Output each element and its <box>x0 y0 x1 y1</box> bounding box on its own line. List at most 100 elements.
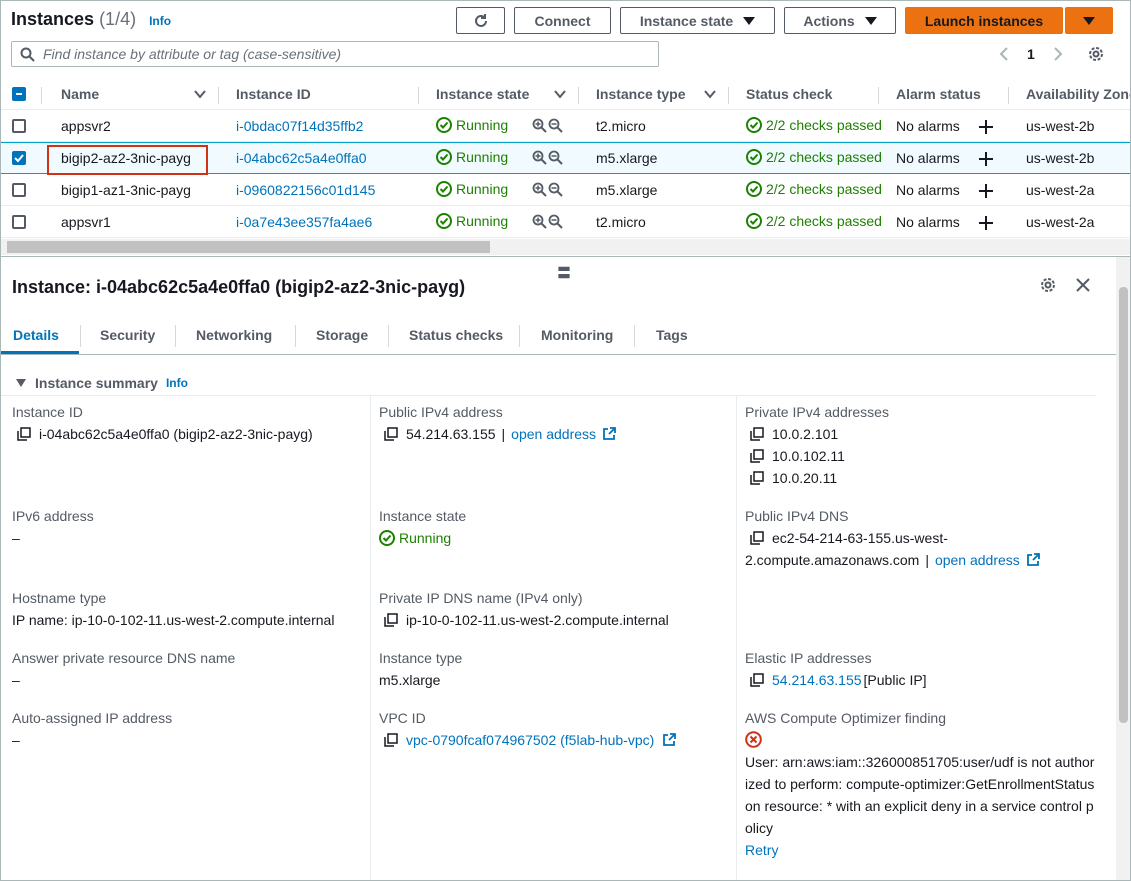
table-row-selected[interactable]: bigip2-az2-3nic-payg i-04abc62c5a4e0ffa0… <box>1 142 1130 175</box>
connect-button[interactable]: Connect <box>514 7 611 34</box>
tab-networking[interactable]: Networking <box>196 327 272 343</box>
column-header-instance-state[interactable]: Instance state <box>436 86 529 102</box>
status-text: 2/2 checks passed <box>766 181 882 197</box>
column-header-alarm-status[interactable]: Alarm status <box>896 86 981 102</box>
instance-state-button[interactable]: Instance state <box>620 7 775 34</box>
tab-storage[interactable]: Storage <box>316 327 368 343</box>
instance-name: bigip1-az1-3nic-payg <box>61 182 191 198</box>
column-header-status-check[interactable]: Status check <box>746 86 832 102</box>
row-checkbox[interactable] <box>12 215 26 229</box>
zoom-in-icon[interactable] <box>532 214 547 229</box>
column-separator <box>418 87 419 104</box>
copy-icon[interactable] <box>17 427 31 441</box>
check-circle-icon <box>746 149 762 165</box>
scrollbar-thumb[interactable] <box>7 241 490 253</box>
select-all-checkbox[interactable] <box>12 87 26 101</box>
availability-zone: us-west-2b <box>1026 150 1095 166</box>
field-label: Private IPv4 addresses <box>745 404 889 420</box>
scrollbar-thumb[interactable] <box>1119 287 1128 723</box>
add-alarm-icon[interactable] <box>978 119 994 135</box>
zoom-out-icon[interactable] <box>548 118 563 133</box>
launch-instances-button[interactable]: Launch instances <box>905 7 1063 34</box>
copy-icon[interactable] <box>750 449 764 463</box>
tab-separator <box>519 325 520 347</box>
instance-id-link[interactable]: i-0bdac07f14d35ffb2 <box>236 118 363 134</box>
refresh-button[interactable] <box>456 7 505 34</box>
open-address-link[interactable]: open address <box>511 426 596 442</box>
instance-id-link[interactable]: i-0960822156c01d145 <box>236 182 375 198</box>
hostname-type-value: IP name: ip-10-0-102-11.us-west-2.comput… <box>12 612 335 628</box>
table-row[interactable]: appsvr2 i-0bdac07f14d35ffb2 Running t2.m… <box>1 110 1130 142</box>
actions-button[interactable]: Actions <box>784 7 896 34</box>
elastic-ip-link[interactable]: 54.214.63.155 <box>772 672 862 688</box>
info-link[interactable]: Info <box>166 376 188 390</box>
column-separator <box>578 87 579 104</box>
tab-tags[interactable]: Tags <box>656 327 688 343</box>
copy-icon[interactable] <box>750 673 764 687</box>
settings-gear-icon[interactable] <box>1039 276 1057 294</box>
column-header-instance-id[interactable]: Instance ID <box>236 86 311 102</box>
column-header-instance-type[interactable]: Instance type <box>596 86 685 102</box>
sort-caret-icon[interactable] <box>704 90 716 99</box>
retry-link[interactable]: Retry <box>745 842 778 858</box>
public-ipv4-value: 54.214.63.155 | open address <box>384 426 616 442</box>
summary-title: Instance summary <box>35 375 158 391</box>
settings-gear-icon[interactable] <box>1087 45 1105 63</box>
vpc-link[interactable]: vpc-0790fcaf074967502 (f5lab-hub-vpc) <box>406 732 654 748</box>
search-input[interactable] <box>43 46 643 62</box>
zoom-in-icon[interactable] <box>532 150 547 165</box>
chevron-left-icon[interactable] <box>997 46 1011 62</box>
external-link-icon[interactable] <box>1026 553 1040 567</box>
horizontal-scrollbar[interactable] <box>1 239 1130 255</box>
copy-icon[interactable] <box>384 427 398 441</box>
column-header-availability-zone[interactable]: Availability Zone <box>1026 86 1130 102</box>
zoom-in-icon[interactable] <box>532 118 547 133</box>
sort-caret-icon[interactable] <box>194 90 206 99</box>
vertical-scrollbar[interactable] <box>1116 257 1130 880</box>
resize-handle-icon[interactable]: 〓 <box>557 263 571 283</box>
table-row[interactable]: bigip1-az1-3nic-payg i-0960822156c01d145… <box>1 174 1130 206</box>
chevron-right-icon[interactable] <box>1051 46 1065 62</box>
instance-id-link[interactable]: i-04abc62c5a4e0ffa0 <box>236 150 367 166</box>
tab-status-checks[interactable]: Status checks <box>409 327 503 343</box>
row-checkbox[interactable] <box>12 119 26 133</box>
close-icon[interactable] <box>1076 278 1090 292</box>
row-checkbox-checked[interactable] <box>12 151 26 165</box>
separator: | <box>501 426 506 442</box>
ipv6-value: – <box>12 530 20 546</box>
tab-security[interactable]: Security <box>100 327 155 343</box>
zoom-out-icon[interactable] <box>548 214 563 229</box>
availability-zone: us-west-2a <box>1026 214 1095 230</box>
copy-icon[interactable] <box>750 471 764 485</box>
copy-icon[interactable] <box>384 613 398 627</box>
add-alarm-icon[interactable] <box>978 215 994 231</box>
zoom-out-icon[interactable] <box>548 182 563 197</box>
launch-options-button[interactable] <box>1065 7 1113 34</box>
table-row[interactable]: appsvr1 i-0a7e43ee357fa4ae6 Running t2.m… <box>1 206 1130 238</box>
instance-summary-header[interactable]: Instance summary Info <box>15 375 188 391</box>
tab-monitoring[interactable]: Monitoring <box>541 327 613 343</box>
add-alarm-icon[interactable] <box>978 151 994 167</box>
private-ipv4-text: 10.0.2.101 <box>772 426 839 442</box>
tab-details[interactable]: Details <box>13 327 59 343</box>
instance-id-link[interactable]: i-0a7e43ee357fa4ae6 <box>236 214 372 230</box>
column-header-name[interactable]: Name <box>61 86 99 102</box>
external-link-icon[interactable] <box>662 733 677 747</box>
page-title-text: Instances <box>11 9 95 29</box>
sort-caret-icon[interactable] <box>554 90 566 99</box>
row-checkbox[interactable] <box>12 183 26 197</box>
add-alarm-icon[interactable] <box>978 183 994 199</box>
copy-icon[interactable] <box>750 427 764 441</box>
check-circle-icon <box>746 181 762 197</box>
zoom-out-icon[interactable] <box>548 150 563 165</box>
copy-icon[interactable] <box>384 733 398 747</box>
zoom-in-icon[interactable] <box>532 182 547 197</box>
open-address-link[interactable]: open address <box>935 552 1020 568</box>
page-number[interactable]: 1 <box>1027 46 1035 62</box>
external-link-icon[interactable] <box>602 427 616 441</box>
info-link[interactable]: Info <box>149 14 171 28</box>
summary-divider <box>1 395 1096 396</box>
detail-title: Instance: i-04abc62c5a4e0ffa0 (bigip2-az… <box>12 277 466 297</box>
copy-icon[interactable] <box>750 531 764 545</box>
search-bar[interactable] <box>11 41 659 67</box>
